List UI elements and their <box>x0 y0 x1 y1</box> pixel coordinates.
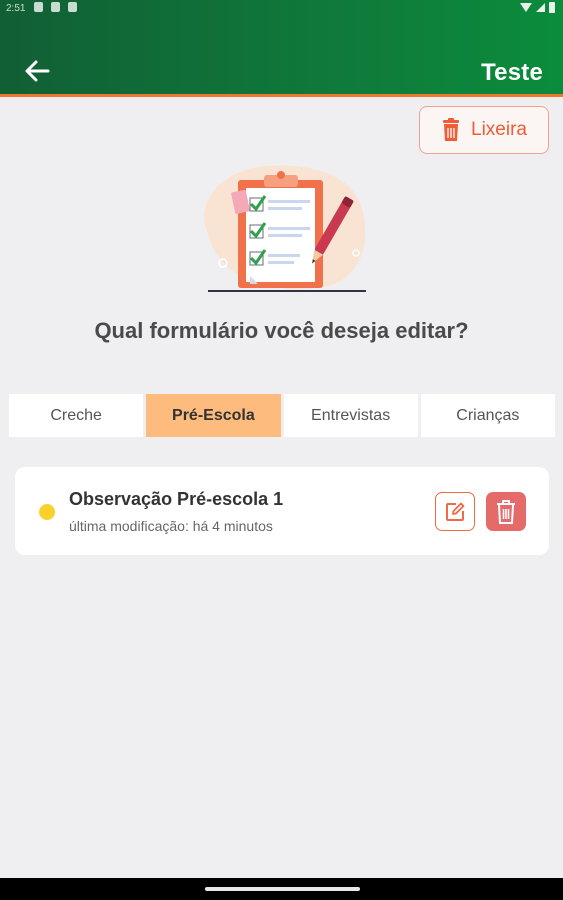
status-dot <box>39 504 55 520</box>
back-button[interactable] <box>22 57 52 85</box>
page-title: Teste <box>481 59 543 86</box>
status-bar: 2:51 <box>0 0 563 18</box>
edit-icon <box>446 502 465 521</box>
status-time: 2:51 <box>6 3 26 14</box>
arrow-back-icon <box>25 60 50 82</box>
form-title: Observação Pré-escola 1 <box>69 489 284 509</box>
battery-icon <box>549 2 555 13</box>
system-nav-bar <box>0 878 563 900</box>
tab-creche[interactable]: Creche <box>9 394 144 437</box>
trash-button[interactable]: Lixeira <box>419 106 549 154</box>
signal-icon <box>536 3 545 12</box>
app-bar: 2:51 Teste <box>0 0 563 97</box>
sd-card-icon <box>51 2 60 12</box>
home-handle[interactable] <box>205 887 360 891</box>
wifi-icon <box>520 3 532 12</box>
tab-entrevistas[interactable]: Entrevistas <box>283 394 418 437</box>
trash-icon <box>443 118 459 141</box>
trash-icon <box>497 499 515 524</box>
tab-pre-escola[interactable]: Pré-Escola <box>146 394 281 437</box>
delete-button[interactable] <box>486 492 526 531</box>
trash-button-label: Lixeira <box>471 119 527 140</box>
settings-icon <box>68 2 77 12</box>
form-last-modified: última modificação: há 4 minutos <box>69 518 273 534</box>
edit-button[interactable] <box>435 492 475 531</box>
location-icon <box>34 2 43 12</box>
form-card[interactable]: Observação Pré-escola 1 última modificaç… <box>15 467 549 555</box>
question-heading: Qual formulário você deseja editar? <box>94 318 469 343</box>
form-tabs: Creche Pré-Escola Entrevistas Crianças <box>9 394 555 437</box>
tab-criancas[interactable]: Crianças <box>420 394 555 437</box>
clipboard-illustration <box>204 165 366 292</box>
